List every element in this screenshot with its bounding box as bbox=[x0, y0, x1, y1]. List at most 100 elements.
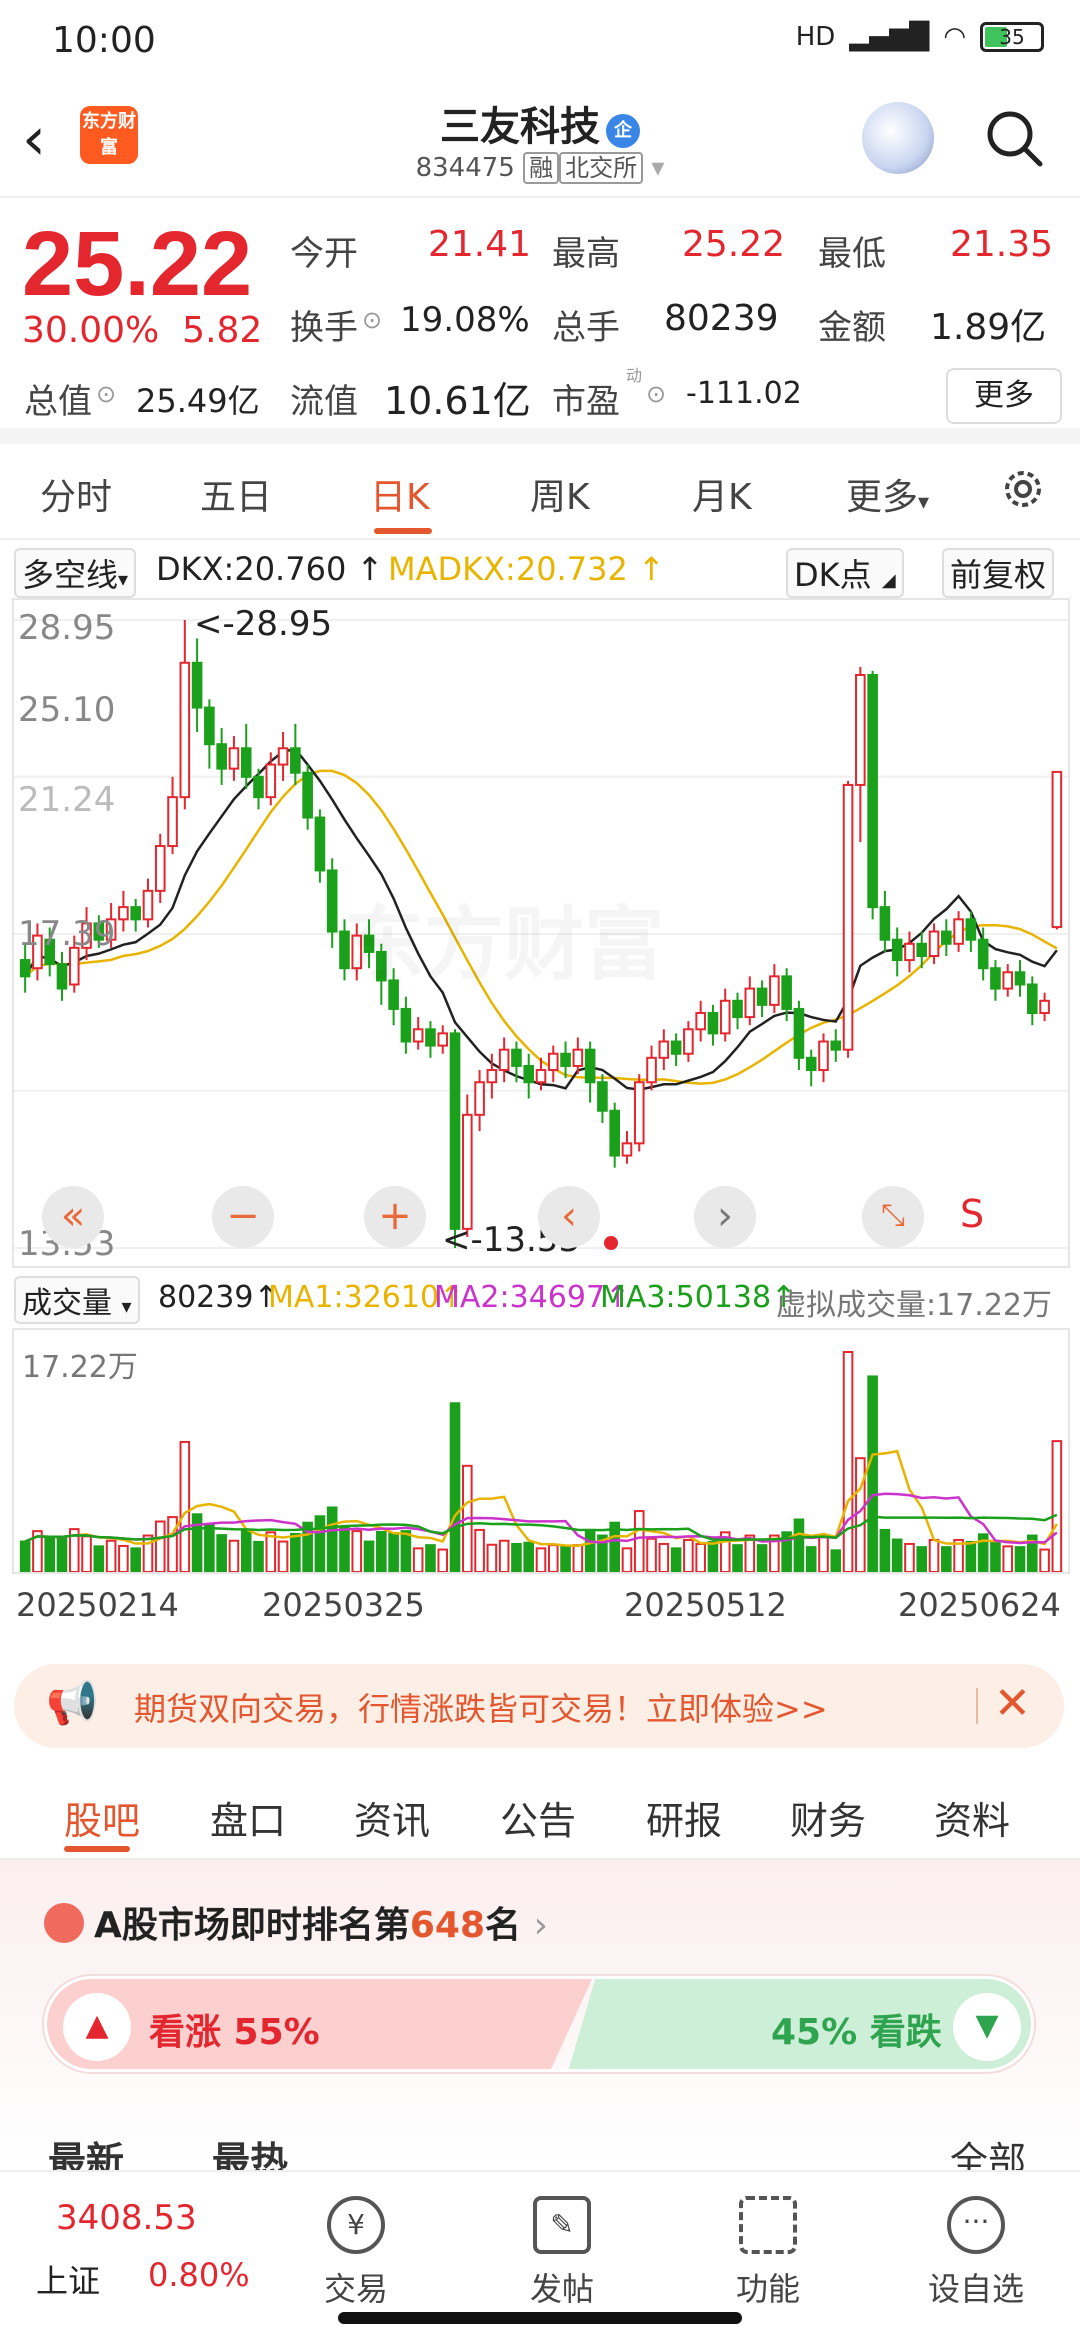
tab-profile[interactable]: 资料 bbox=[934, 1790, 1010, 1845]
float-value: 10.61亿 bbox=[384, 379, 531, 423]
volume-bar bbox=[437, 1548, 449, 1572]
tab-five-day[interactable]: 五日 bbox=[200, 468, 272, 520]
nav-trade[interactable]: ¥ 交易 bbox=[286, 2196, 426, 2310]
index-value[interactable]: 3408.53 bbox=[56, 2198, 197, 2238]
tab-finance[interactable]: 财务 bbox=[790, 1790, 866, 1845]
volume-svg[interactable] bbox=[14, 1330, 1068, 1572]
dk-point-button[interactable]: DK点 ◢ bbox=[786, 548, 904, 598]
volume-bar bbox=[547, 1544, 559, 1572]
adjust-button[interactable]: 前复权 bbox=[942, 548, 1055, 598]
volume-bar bbox=[1014, 1546, 1026, 1572]
volume-bar bbox=[376, 1530, 387, 1572]
promo-banner[interactable]: 📢 期货双向交易，行情涨跌皆可交易！立即体验>> ✕ bbox=[14, 1664, 1064, 1748]
index-pct[interactable]: 0.80% bbox=[148, 2256, 250, 2294]
volume-bar bbox=[855, 1457, 866, 1572]
candle-body bbox=[670, 1040, 682, 1055]
info-icon[interactable]: ⊙ bbox=[362, 306, 382, 334]
right-icon[interactable]: › bbox=[694, 1186, 756, 1248]
candle-body bbox=[953, 918, 964, 945]
margin-tag: 融 bbox=[523, 152, 560, 184]
candle-body bbox=[474, 1081, 485, 1116]
candle-body bbox=[314, 816, 326, 872]
volume-bar bbox=[818, 1534, 829, 1572]
candle-body bbox=[400, 1007, 412, 1043]
market-rank[interactable]: A股市场即时排名第648名 › bbox=[44, 1896, 548, 1948]
nav-functions[interactable]: 功能 bbox=[698, 2196, 838, 2310]
volume-bar bbox=[81, 1535, 92, 1572]
index-name[interactable]: 上证 bbox=[36, 2256, 100, 2302]
tab-intraday[interactable]: 分时 bbox=[40, 468, 112, 520]
candle-body bbox=[977, 938, 989, 970]
candle-body bbox=[290, 747, 301, 774]
tab-orderbook[interactable]: 盘口 bbox=[210, 1790, 286, 1845]
enterprise-badge: 企 bbox=[606, 114, 640, 148]
triangle-up-icon[interactable]: ▲ bbox=[63, 1993, 131, 2061]
signal-dot bbox=[604, 1236, 618, 1250]
volume-bar bbox=[928, 1538, 940, 1572]
volume-bar bbox=[363, 1540, 375, 1572]
volume-bar bbox=[412, 1547, 424, 1572]
candle-body bbox=[990, 967, 1001, 990]
candle-body bbox=[216, 743, 227, 770]
active-tab-indicator bbox=[374, 528, 432, 534]
minus-icon[interactable]: − bbox=[212, 1186, 274, 1248]
low-label: 最低 bbox=[818, 234, 886, 274]
active-tab-indicator bbox=[64, 1846, 130, 1852]
network-label: HD bbox=[795, 22, 836, 52]
candle-body bbox=[719, 999, 731, 1035]
candle-body bbox=[621, 1142, 633, 1157]
kline-chart[interactable]: 28.95 25.10 21.24 17.39 13.53 <-28.95 <-… bbox=[12, 598, 1070, 1268]
more-button[interactable]: 更多 bbox=[946, 368, 1062, 424]
stock-name: 三友科技 bbox=[440, 104, 600, 150]
volume-chart[interactable]: 17.22万 bbox=[12, 1328, 1070, 1574]
volume-current: 80239↑ bbox=[158, 1280, 279, 1315]
candle-body bbox=[437, 1032, 449, 1047]
volume-bar bbox=[167, 1516, 178, 1572]
volume-bar bbox=[105, 1539, 117, 1572]
virtual-volume: 虚拟成交量:17.22万 bbox=[776, 1288, 1052, 1323]
tab-daily-k[interactable]: 日K bbox=[370, 468, 430, 520]
search-icon[interactable] bbox=[982, 106, 1046, 170]
high-marker: <-28.95 bbox=[194, 604, 333, 644]
volume-bar bbox=[916, 1546, 928, 1572]
tab-research[interactable]: 研报 bbox=[646, 1790, 722, 1845]
volume-bar bbox=[19, 1540, 31, 1572]
volume-indicator-row: 成交量 ▾ 80239↑ MA1:32610↑ MA2:34697↑ MA3:5… bbox=[0, 1272, 1080, 1326]
info-icon[interactable]: ⊙ bbox=[96, 380, 116, 408]
stock-header: ‹ 东方财富 三友科技企 834475 融北交所 ▾ bbox=[0, 88, 1080, 198]
indicator-select[interactable]: 多空线▾ bbox=[14, 548, 137, 598]
tab-weekly-k[interactable]: 周K bbox=[530, 468, 590, 520]
promo-text[interactable]: 期货双向交易，行情涨跌皆可交易！立即体验>> bbox=[134, 1684, 828, 1730]
volume-bar bbox=[351, 1530, 363, 1572]
nav-post[interactable]: ✎ 发帖 bbox=[492, 2196, 632, 2310]
tab-news[interactable]: 资讯 bbox=[354, 1790, 430, 1845]
tab-forum[interactable]: 股吧 bbox=[64, 1790, 140, 1845]
nav-add-watchlist[interactable]: ··· 设自选 bbox=[906, 2196, 1046, 2310]
volume-select[interactable]: 成交量 ▾ bbox=[14, 1276, 140, 1324]
volume-bar bbox=[990, 1540, 1001, 1572]
expand-icon[interactable]: ⤡ bbox=[862, 1186, 924, 1248]
triangle-down-icon[interactable]: ▼ bbox=[953, 1993, 1021, 2061]
candle-body bbox=[228, 747, 240, 770]
plus-icon[interactable]: + bbox=[364, 1186, 426, 1248]
volume-bar bbox=[805, 1546, 817, 1572]
double-left-icon[interactable]: « bbox=[42, 1186, 104, 1248]
robot-avatar-icon[interactable] bbox=[862, 102, 934, 174]
tab-announcements[interactable]: 公告 bbox=[500, 1790, 576, 1845]
tab-more[interactable]: 更多▾ bbox=[846, 468, 929, 520]
candle-body bbox=[179, 661, 191, 799]
megaphone-icon: 📢 bbox=[46, 1678, 99, 1727]
candle-body bbox=[204, 706, 215, 746]
volume-bar bbox=[867, 1375, 878, 1572]
volume-bar bbox=[830, 1549, 842, 1572]
volume-bar bbox=[658, 1542, 670, 1572]
tab-monthly-k[interactable]: 月K bbox=[692, 468, 752, 520]
gear-icon[interactable] bbox=[998, 464, 1048, 514]
volume-bar bbox=[904, 1542, 915, 1572]
info-icon[interactable]: ⊙ bbox=[646, 380, 666, 408]
candle-body bbox=[781, 975, 792, 1010]
left-icon[interactable]: ‹ bbox=[538, 1186, 600, 1248]
volume-bar bbox=[965, 1540, 977, 1572]
candle-body bbox=[1051, 770, 1063, 929]
close-icon[interactable]: ✕ bbox=[994, 1678, 1031, 1729]
